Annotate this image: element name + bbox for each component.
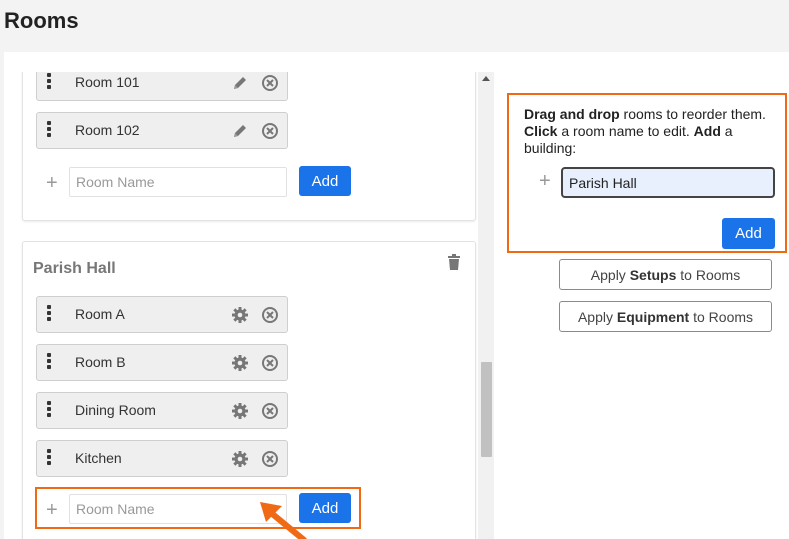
add-building-button[interactable]: Add (722, 218, 775, 249)
room-name[interactable]: Room B (75, 354, 126, 370)
drag-handle-icon[interactable] (47, 73, 51, 91)
remove-circle-icon[interactable] (261, 450, 279, 468)
instructions-text: Drag and drop rooms to reorder them. Cli… (524, 106, 766, 156)
scrollbar[interactable] (478, 72, 494, 539)
gear-icon[interactable] (231, 450, 249, 468)
apply-setups-button[interactable]: Apply Setups to Rooms (559, 259, 772, 290)
room-item[interactable]: Room 102 (36, 112, 288, 149)
remove-circle-icon[interactable] (261, 354, 279, 372)
remove-circle-icon[interactable] (261, 306, 279, 324)
pencil-icon[interactable] (231, 122, 249, 140)
room-item[interactable]: Room 101 (36, 72, 288, 101)
scroll-up-arrow-icon[interactable] (482, 76, 490, 81)
room-name[interactable]: Kitchen (75, 450, 122, 466)
drag-handle-icon[interactable] (47, 353, 51, 371)
building-title[interactable]: Parish Hall (33, 260, 116, 278)
room-item[interactable]: Room B (36, 344, 288, 381)
drag-handle-icon[interactable] (47, 449, 51, 467)
gear-icon[interactable] (231, 306, 249, 324)
gear-icon[interactable] (231, 402, 249, 420)
room-name-input[interactable] (69, 167, 287, 197)
pointer-arrow-icon (260, 502, 307, 539)
pencil-icon[interactable] (231, 74, 249, 92)
drag-handle-icon[interactable] (47, 305, 51, 323)
room-item[interactable]: Kitchen (36, 440, 288, 477)
drag-handle-icon[interactable] (47, 401, 51, 419)
room-item[interactable]: Dining Room (36, 392, 288, 429)
building-name-input[interactable] (561, 167, 775, 198)
remove-circle-icon[interactable] (261, 122, 279, 140)
gear-icon[interactable] (231, 354, 249, 372)
add-building-panel: Drag and drop rooms to reorder them. Cli… (507, 93, 787, 253)
room-name[interactable]: Room A (75, 306, 125, 322)
remove-circle-icon[interactable] (261, 74, 279, 92)
building-card: Room 101 Room 102 + Add (22, 72, 476, 221)
trash-icon[interactable] (447, 254, 461, 270)
room-name[interactable]: Room 102 (75, 122, 140, 138)
plus-icon: + (46, 172, 58, 194)
remove-circle-icon[interactable] (261, 402, 279, 420)
apply-equipment-button[interactable]: Apply Equipment to Rooms (559, 301, 772, 332)
plus-icon: + (539, 170, 551, 192)
main-content: Room 101 Room 102 + Add Parish Hall (4, 52, 789, 539)
buildings-list: Room 101 Room 102 + Add Parish Hall (12, 72, 488, 539)
scrollbar-thumb[interactable] (481, 362, 492, 457)
drag-handle-icon[interactable] (47, 121, 51, 139)
room-item[interactable]: Room A (36, 296, 288, 333)
page-title: Rooms (4, 8, 79, 33)
add-room-row: + Add (36, 166, 351, 200)
room-name[interactable]: Dining Room (75, 402, 156, 418)
add-room-button[interactable]: Add (299, 166, 351, 196)
room-name[interactable]: Room 101 (75, 74, 140, 90)
